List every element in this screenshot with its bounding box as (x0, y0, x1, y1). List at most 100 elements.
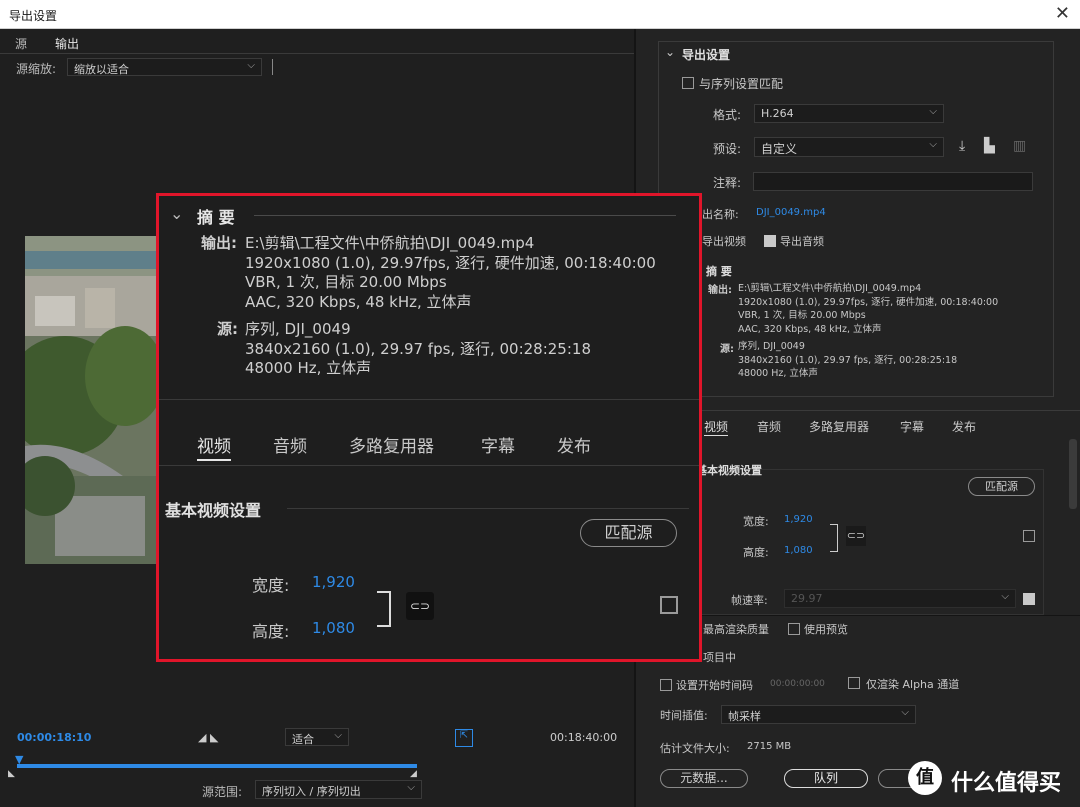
height-value[interactable]: 1,080 (312, 619, 355, 637)
export-audio-checkbox[interactable] (764, 235, 776, 247)
tab-captions[interactable]: 字幕 (481, 432, 515, 457)
source-scale-dropdown[interactable]: 缩放以适合 ⌵ (67, 58, 262, 76)
link-icon[interactable]: ⊂⊃ (846, 526, 866, 546)
divider (159, 465, 699, 466)
start-timecode-checkbox[interactable] (660, 679, 672, 691)
summary-title-small: 摘 要 (706, 265, 732, 278)
window-title: 导出设置 (9, 9, 58, 23)
delete-preset-icon[interactable]: ▥ (1013, 138, 1026, 154)
estimated-size-label: 估计文件大小: (660, 742, 730, 755)
divider (254, 215, 676, 216)
interpolation-label: 时间插值: (660, 709, 708, 722)
frame-rate-checkbox[interactable] (1023, 593, 1035, 605)
queue-button[interactable]: 队列 (784, 769, 868, 788)
export-settings-title: 导出设置 (682, 48, 731, 62)
summary-source-label-small: 源: (720, 344, 734, 355)
source-range-label: 源范围: (202, 785, 243, 799)
match-source-button-small[interactable]: 匹配源 (968, 477, 1035, 496)
use-preview-checkbox[interactable] (788, 623, 800, 635)
summary-source-label: 源: (217, 320, 238, 338)
width-value[interactable]: 1,920 (312, 573, 355, 591)
tab-multiplexer[interactable]: 多路复用器 (349, 432, 434, 457)
comment-label: 注释: (713, 176, 742, 190)
height-value-small[interactable]: 1,080 (784, 545, 813, 556)
out-point-icon[interactable]: ◢ (410, 769, 417, 779)
close-icon[interactable]: ✕ (1055, 3, 1070, 24)
watermark-logo-icon: 值 (908, 761, 942, 795)
summary-line: VBR, 1 次, 目标 20.00 Mbps (245, 273, 447, 291)
collapse-chevron-icon[interactable]: ⌄ (665, 45, 675, 59)
timeline-bar[interactable] (17, 764, 417, 768)
match-sequence-checkbox[interactable] (682, 77, 694, 89)
summary-line: VBR, 1 次, 目标 20.00 Mbps (738, 310, 866, 321)
match-source-button[interactable]: 匹配源 (580, 519, 677, 547)
max-render-quality-label: 最高渲染质量 (703, 623, 769, 636)
tab-audio[interactable]: 音频 (273, 432, 307, 457)
chevron-down-icon: ⌵ (407, 782, 415, 793)
export-frame-icon[interactable]: ⇱ (455, 729, 473, 747)
link-icon[interactable]: ⊂⊃ (406, 592, 434, 620)
summary-line: 48000 Hz, 立体声 (245, 359, 372, 377)
preset-dropdown[interactable]: 自定义 ⌵ (754, 137, 944, 157)
title-bar: 导出设置 ✕ (0, 0, 1080, 29)
tab-video[interactable]: 视频 (197, 432, 231, 461)
render-alpha-checkbox[interactable] (848, 677, 860, 689)
metadata-button[interactable]: 元数据... (660, 769, 748, 788)
tab-publish-small[interactable]: 发布 (952, 418, 976, 435)
aspect-checkbox[interactable] (660, 596, 678, 614)
collapse-chevron-icon[interactable]: ⌄ (170, 204, 183, 223)
height-label-small: 高度: (743, 546, 769, 559)
tab-captions-small[interactable]: 字幕 (900, 418, 924, 435)
height-label: 高度: (252, 622, 290, 641)
source-range-value: 序列切入 / 序列切出 (262, 785, 361, 798)
tab-source[interactable]: 源 (15, 35, 27, 52)
fit-dropdown[interactable]: 适合 ⌵ (285, 728, 349, 746)
summary-line: 1920x1080 (1.0), 29.97fps, 逐行, 硬件加速, 00:… (245, 253, 656, 272)
source-range-dropdown[interactable]: 序列切入 / 序列切出 ⌵ (255, 780, 422, 799)
match-sequence-label: 与序列设置匹配 (699, 77, 784, 91)
width-value-small[interactable]: 1,920 (784, 514, 813, 525)
playhead-icon[interactable]: ▼ (15, 753, 23, 766)
import-preset-icon[interactable]: ▙ (984, 138, 995, 154)
start-timecode-label: 设置开始时间码 (676, 679, 753, 692)
scrollbar[interactable] (1069, 439, 1077, 509)
width-label-small: 宽度: (743, 515, 769, 528)
timecode-out: 00:18:40:00 (550, 731, 618, 744)
summary-line: AAC, 320 Kbps, 48 kHz, 立体声 (738, 323, 882, 335)
divider (287, 508, 689, 509)
source-scale-value: 缩放以适合 (74, 63, 129, 76)
tab-output[interactable]: 输出 (55, 35, 80, 54)
mark-in-icon[interactable]: ◢ ◣ (198, 731, 218, 744)
output-name-link[interactable]: DJI_0049.mp4 (756, 207, 826, 218)
save-preset-icon[interactable]: ⤓ (959, 138, 965, 154)
tab-multiplexer-small[interactable]: 多路复用器 (809, 418, 869, 435)
summary-line: 3840x2160 (1.0), 29.97 fps, 逐行, 00:28:25… (245, 339, 591, 358)
tab-audio-small[interactable]: 音频 (757, 418, 781, 435)
fit-value: 适合 (292, 733, 314, 746)
summary-line: 序列, DJI_0049 (738, 341, 805, 352)
summary-line: 1920x1080 (1.0), 29.97fps, 逐行, 硬件加速, 00:… (738, 296, 999, 308)
summary-source-small: 序列, DJI_0049 3840x2160 (1.0), 29.97 fps,… (738, 340, 1078, 381)
video-preview (5, 236, 165, 564)
summary-output-label: 输出: (201, 234, 237, 252)
summary-output-small: E:\剪辑\工程文件\中侨航拍\DJI_0049.mp4 1920x1080 (… (738, 282, 1078, 336)
tab-video-small[interactable]: 视频 (704, 418, 729, 436)
timecode-in: 00:00:18:10 (17, 731, 92, 744)
use-preview-label: 使用预览 (804, 623, 848, 636)
comment-input[interactable] (753, 172, 1033, 191)
summary-source: 序列, DJI_0049 3840x2160 (1.0), 29.97 fps,… (245, 320, 701, 379)
format-dropdown[interactable]: H.264 ⌵ (754, 104, 944, 123)
start-timecode-value[interactable]: 00:00:00:00 (770, 679, 825, 689)
summary-output: E:\剪辑\工程文件\中侨航拍\DJI_0049.mp4 1920x1080 (… (245, 234, 701, 312)
tab-publish[interactable]: 发布 (557, 432, 591, 457)
interpolation-dropdown[interactable]: 帧采样 ⌵ (721, 705, 916, 724)
frame-rate-dropdown[interactable]: 29.97 ⌵ (784, 589, 1016, 608)
link-bracket (377, 591, 391, 627)
summary-line: E:\剪辑\工程文件\中侨航拍\DJI_0049.mp4 (738, 283, 922, 294)
link-bracket (830, 524, 838, 552)
summary-output-label-small: 输出: (708, 285, 732, 296)
in-point-icon[interactable]: ◣ (8, 769, 15, 779)
summary-title: 摘 要 (197, 208, 235, 227)
chevron-down-icon: ⌵ (1001, 591, 1009, 602)
aspect-checkbox-small[interactable] (1023, 530, 1035, 542)
